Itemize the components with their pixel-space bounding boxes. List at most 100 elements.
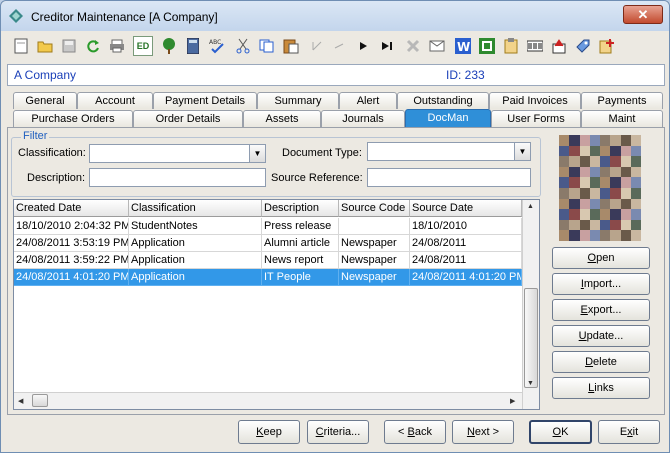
source-reference-input[interactable]: [367, 168, 531, 187]
tab-payment-details[interactable]: Payment Details: [153, 92, 257, 109]
horizontal-scrollbar[interactable]: ◀ ▶: [14, 392, 522, 409]
close-button[interactable]: ✕: [623, 5, 663, 24]
calculator-icon[interactable]: [183, 36, 203, 56]
next-button[interactable]: Next >: [452, 420, 514, 444]
tab-maint[interactable]: Maint: [581, 110, 663, 127]
photo-pixel: [589, 166, 600, 178]
photo-pixel: [559, 219, 570, 231]
photo-pixel: [589, 156, 600, 167]
print-icon[interactable]: [107, 36, 127, 56]
photo-pixel: [600, 156, 611, 167]
back-button[interactable]: < Back: [384, 420, 446, 444]
open-button[interactable]: Open: [552, 247, 650, 269]
classification-dropdown[interactable]: ▼: [89, 144, 266, 163]
photo-pixel: [579, 156, 590, 167]
tab-account[interactable]: Account: [77, 92, 153, 109]
table-row[interactable]: 24/08/2011 3:53:19 PM Application Alumni…: [14, 235, 522, 252]
photo-pixel: [569, 198, 580, 210]
ok-button[interactable]: OK: [529, 420, 592, 444]
last-icon[interactable]: [377, 36, 397, 56]
attach-icon[interactable]: [549, 36, 569, 56]
tab-user-forms[interactable]: User Forms: [491, 110, 581, 127]
title-bar[interactable]: Creditor Maintenance [A Company] ✕: [1, 1, 669, 31]
tree-icon[interactable]: [159, 36, 179, 56]
save-icon[interactable]: [59, 36, 79, 56]
criteria-button[interactable]: Criteria...: [307, 420, 369, 444]
add-icon[interactable]: [597, 36, 617, 56]
photo-pixel: [579, 230, 590, 241]
barcode-icon[interactable]: [525, 36, 545, 56]
paste-icon[interactable]: [281, 36, 301, 56]
links-button[interactable]: Links: [552, 377, 650, 399]
clipboard-icon[interactable]: [501, 36, 521, 56]
copy-icon[interactable]: [257, 36, 277, 56]
description-input[interactable]: [89, 168, 266, 187]
cut-icon[interactable]: [233, 36, 253, 56]
import-button[interactable]: Import...: [552, 273, 650, 295]
photo-pixel: [589, 177, 600, 188]
tab-general[interactable]: General: [13, 92, 77, 109]
tab-outstanding[interactable]: Outstanding: [397, 92, 489, 109]
vertical-scroll-thumb[interactable]: [524, 288, 538, 388]
cell-source-code: Newspaper: [339, 252, 410, 269]
column-header-created-date[interactable]: Created Date: [14, 200, 129, 217]
filter-legend: Filter: [21, 130, 50, 142]
photo-pixel: [600, 135, 611, 146]
new-icon[interactable]: [11, 36, 31, 56]
refresh-icon[interactable]: [83, 36, 103, 56]
column-header-classification[interactable]: Classification: [129, 200, 262, 217]
column-header-description[interactable]: Description: [262, 200, 339, 217]
tab-summary[interactable]: Summary: [257, 92, 339, 109]
photo-pixel: [630, 198, 641, 210]
document-type-dropdown[interactable]: ▼: [367, 142, 531, 161]
scroll-down-icon[interactable]: ▼: [527, 380, 534, 387]
chevron-down-icon[interactable]: ▼: [514, 143, 530, 160]
tab-paid-invoices[interactable]: Paid Invoices: [489, 92, 581, 109]
scroll-right-icon[interactable]: ▶: [510, 397, 515, 405]
tab-alert[interactable]: Alert: [339, 92, 397, 109]
tab-journals[interactable]: Journals: [321, 110, 405, 127]
tab-docman[interactable]: DocMan: [405, 109, 491, 128]
cell-classification: Application: [129, 269, 262, 286]
tab-purchase-orders[interactable]: Purchase Orders: [13, 110, 133, 127]
photo-pixel: [589, 188, 600, 199]
column-header-source-date[interactable]: Source Date: [410, 200, 522, 217]
export-button[interactable]: Export...: [552, 299, 650, 321]
photo-pixel: [630, 135, 641, 146]
edit-icon[interactable]: ED: [133, 36, 153, 56]
table-row[interactable]: 24/08/2011 3:59:22 PM Application News r…: [14, 252, 522, 269]
exit-button[interactable]: Exit: [598, 420, 660, 444]
vertical-scrollbar[interactable]: ▲ ▼: [522, 200, 539, 409]
documents-grid[interactable]: Created Date Classification Description …: [13, 199, 540, 410]
update-button[interactable]: Update...: [552, 325, 650, 347]
email-icon[interactable]: [427, 36, 447, 56]
previous-icon[interactable]: [329, 36, 349, 56]
tab-order-details[interactable]: Order Details: [133, 110, 243, 127]
spellcheck-icon[interactable]: ABC: [207, 36, 227, 56]
photo-pixel: [600, 209, 611, 220]
tab-payments[interactable]: Payments: [581, 92, 663, 109]
excel-icon[interactable]: [477, 36, 497, 56]
table-row[interactable]: 18/10/2010 2:04:32 PM StudentNotes Press…: [14, 218, 522, 235]
photo-pixel: [569, 219, 580, 231]
classification-label: Classification:: [18, 147, 86, 159]
keep-button[interactable]: Keep: [238, 420, 300, 444]
chevron-down-icon[interactable]: ▼: [249, 145, 265, 162]
next-icon[interactable]: [353, 36, 373, 56]
scroll-up-icon[interactable]: ▲: [527, 203, 534, 210]
delete-icon[interactable]: [403, 36, 423, 56]
column-header-source-code[interactable]: Source Code: [339, 200, 410, 217]
tab-assets[interactable]: Assets: [243, 110, 321, 127]
delete-button[interactable]: Delete: [552, 351, 650, 373]
scroll-left-icon[interactable]: ◀: [18, 397, 23, 405]
first-icon[interactable]: [307, 36, 327, 56]
photo-pixel: [610, 166, 621, 178]
horizontal-scroll-thumb[interactable]: [32, 394, 48, 407]
open-folder-icon[interactable]: [35, 36, 55, 56]
cell-source-date: 24/08/2011: [410, 235, 522, 252]
close-icon: ✕: [637, 7, 649, 22]
tag-icon[interactable]: [573, 36, 593, 56]
word-icon[interactable]: W: [453, 36, 473, 56]
window-title: Creditor Maintenance [A Company]: [31, 10, 218, 24]
table-row-selected[interactable]: 24/08/2011 4:01:20 PM Application IT Peo…: [14, 269, 522, 286]
